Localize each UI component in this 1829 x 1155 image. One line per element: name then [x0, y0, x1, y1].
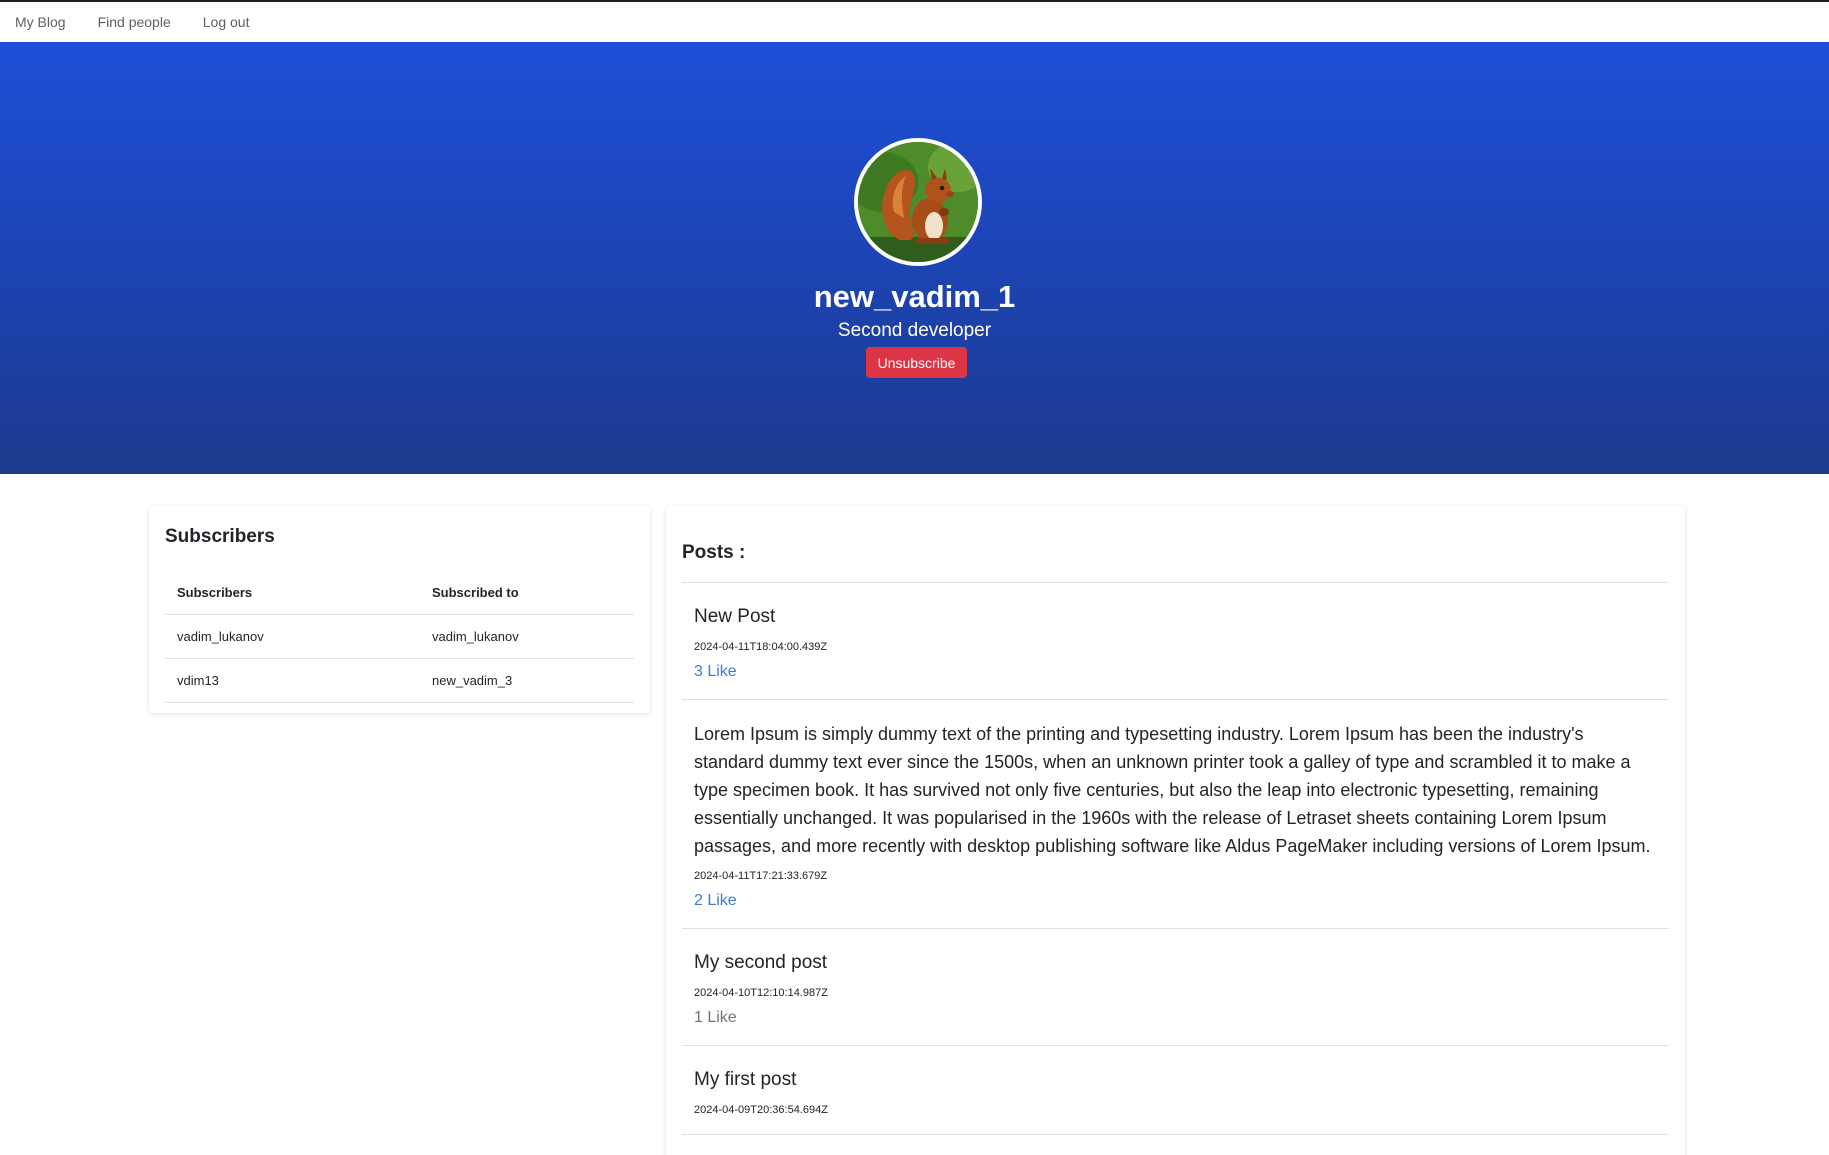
profile-hero: new_vadim_1 Second developer Unsubscribe: [0, 42, 1829, 474]
nav-my-blog-link[interactable]: My Blog: [15, 14, 66, 30]
nav-log-out-link[interactable]: Log out: [203, 14, 250, 30]
column-header-subscribed-to: Subscribed to: [420, 572, 634, 615]
subscribers-table: Subscribers Subscribed to vadim_lukanov …: [165, 572, 634, 703]
table-header-row: Subscribers Subscribed to: [165, 572, 634, 615]
column-header-subscribers: Subscribers: [165, 572, 420, 615]
posts-card: Posts : New Post 2024-04-11T18:04:00.439…: [666, 506, 1685, 1155]
top-navbar: My Blog Find people Log out: [0, 0, 1829, 42]
post-item: New Post 2024-04-11T18:04:00.439Z 3 Like: [682, 583, 1669, 700]
table-row: vdim13 new_vadim_3: [165, 658, 634, 703]
post-item: My first post 2024-04-09T20:36:54.694Z: [682, 1046, 1669, 1135]
subscribers-title: Subscribers: [165, 526, 275, 547]
post-item: My second post 2024-04-10T12:10:14.987Z …: [682, 929, 1669, 1046]
subscribed-to-cell: new_vadim_3: [420, 658, 634, 703]
avatar: [854, 138, 982, 266]
subscriber-cell: vdim13: [165, 658, 420, 703]
profile-username: new_vadim_1: [813, 279, 1016, 314]
post-item: Lorem Ipsum is simply dummy text of the …: [682, 700, 1669, 929]
table-row: vadim_lukanov vadim_lukanov: [165, 614, 634, 659]
profile-role: Second developer: [837, 320, 992, 341]
like-button[interactable]: 2 Like: [694, 890, 737, 912]
unsubscribe-button[interactable]: Unsubscribe: [866, 347, 967, 378]
squirrel-icon: [858, 142, 978, 262]
like-button[interactable]: 1 Like: [694, 1007, 737, 1029]
post-title: My second post: [694, 952, 828, 973]
subscribers-card: Subscribers Subscribers Subscribed to va…: [149, 506, 650, 713]
subscriber-cell: vadim_lukanov: [165, 614, 420, 659]
post-date: 2024-04-10T12:10:14.987Z: [694, 987, 828, 999]
post-date: 2024-04-09T20:36:54.694Z: [694, 1104, 828, 1116]
like-button[interactable]: 3 Like: [694, 661, 737, 683]
post-date: 2024-04-11T18:04:00.439Z: [694, 641, 828, 653]
posts-list: New Post 2024-04-11T18:04:00.439Z 3 Like…: [682, 582, 1669, 1135]
post-body: Lorem Ipsum is simply dummy text of the …: [694, 724, 1651, 856]
post-date: 2024-04-11T17:21:33.679Z: [694, 870, 828, 882]
subscribed-to-cell: vadim_lukanov: [420, 614, 634, 659]
posts-title: Posts :: [682, 542, 746, 563]
post-title: New Post: [694, 606, 776, 627]
nav-find-people-link[interactable]: Find people: [98, 14, 171, 30]
post-title: My first post: [694, 1069, 797, 1090]
